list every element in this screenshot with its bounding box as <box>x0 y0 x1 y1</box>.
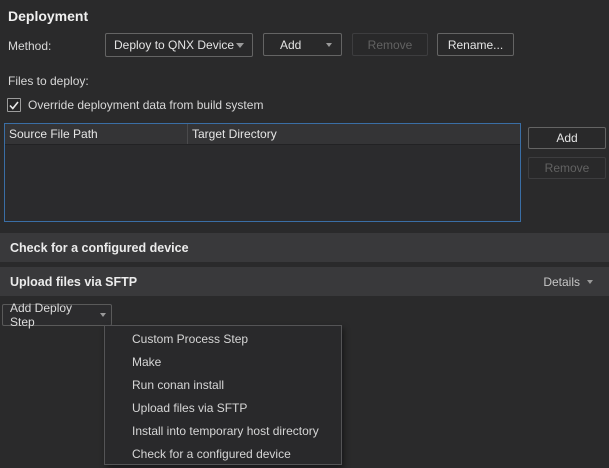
menu-item-make[interactable]: Make <box>105 350 341 373</box>
menu-item-custom-process-step[interactable]: Custom Process Step <box>105 327 341 350</box>
column-header-target-directory[interactable]: Target Directory <box>187 124 520 144</box>
deploy-method-combobox[interactable]: Deploy to QNX Device <box>105 33 253 57</box>
file-add-label: Add <box>556 131 577 145</box>
menu-item-upload-files-via-sftp[interactable]: Upload files via SFTP <box>105 396 341 419</box>
checkbox-checked-icon[interactable] <box>7 98 21 112</box>
details-toggle-button[interactable]: Details <box>543 267 593 296</box>
chevron-down-icon <box>100 313 106 317</box>
chevron-down-icon <box>326 43 332 47</box>
step-title: Check for a configured device <box>10 241 189 255</box>
method-add-button[interactable]: Add <box>263 33 342 56</box>
chevron-down-icon <box>587 280 593 284</box>
method-rename-label: Rename... <box>448 38 503 52</box>
file-remove-label: Remove <box>545 161 590 175</box>
menu-item-check-for-a-configured-device[interactable]: Check for a configured device <box>105 442 341 465</box>
menu-item-run-conan-install[interactable]: Run conan install <box>105 373 341 396</box>
checkmark-icon <box>9 101 19 110</box>
method-remove-label: Remove <box>368 38 413 52</box>
override-deployment-checkbox-label: Override deployment data from build syst… <box>28 98 263 112</box>
chevron-down-icon <box>236 43 244 48</box>
override-deployment-checkbox-row[interactable]: Override deployment data from build syst… <box>7 98 263 112</box>
method-remove-button[interactable]: Remove <box>352 33 428 56</box>
details-label: Details <box>543 275 580 289</box>
file-add-button[interactable]: Add <box>528 127 606 149</box>
add-deploy-step-label: Add Deploy Step <box>10 301 96 329</box>
files-to-deploy-table[interactable]: Source File Path Target Directory <box>4 123 521 222</box>
method-add-label: Add <box>280 38 301 52</box>
method-label: Method: <box>8 39 51 53</box>
page-title: Deployment <box>8 8 88 24</box>
table-body-empty[interactable] <box>5 145 520 221</box>
deployment-settings-panel: Deployment Method: Deploy to QNX Device … <box>0 0 609 468</box>
step-bar-upload-files-sftp: Upload files via SFTP Details <box>0 267 609 296</box>
menu-item-install-into-temporary-host-directory[interactable]: Install into temporary host directory <box>105 419 341 442</box>
deploy-method-value: Deploy to QNX Device <box>114 38 234 52</box>
step-bar-check-configured-device: Check for a configured device <box>0 233 609 262</box>
files-to-deploy-label: Files to deploy: <box>8 74 89 88</box>
method-rename-button[interactable]: Rename... <box>437 33 514 56</box>
step-title: Upload files via SFTP <box>10 275 137 289</box>
column-header-source-file-path[interactable]: Source File Path <box>5 124 187 144</box>
add-deploy-step-button[interactable]: Add Deploy Step <box>2 304 112 326</box>
file-remove-button[interactable]: Remove <box>528 157 606 179</box>
add-deploy-step-menu: Custom Process Step Make Run conan insta… <box>104 325 342 465</box>
table-header-row: Source File Path Target Directory <box>5 124 520 145</box>
